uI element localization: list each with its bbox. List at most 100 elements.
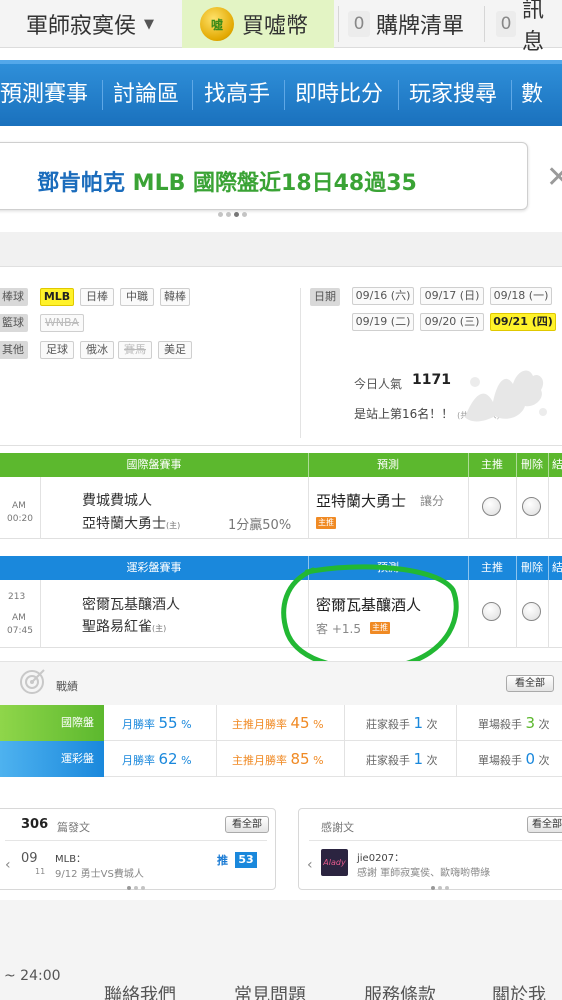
chip-cpbl[interactable]: 中職 [120, 288, 154, 306]
post-dot-active[interactable] [127, 886, 131, 890]
chip-american-football[interactable]: 美足 [158, 341, 192, 359]
host-tag: 主推 [316, 517, 336, 529]
divider [468, 477, 469, 539]
game-am: AM [12, 613, 26, 623]
post-date-sub: 11 [35, 867, 46, 876]
carousel-dots[interactable] [218, 212, 247, 217]
close-icon[interactable]: ✕ [546, 160, 562, 195]
divider [40, 477, 41, 539]
home-team: 亞特蘭大勇士(主) [82, 513, 180, 533]
record-tag-intl: 國際盤 [0, 705, 104, 741]
post-desc[interactable]: 9/12 勇士VS費城人 [55, 865, 144, 880]
thanks-dot[interactable] [438, 886, 442, 890]
post-count-label: 篇發文 [57, 821, 90, 834]
divider [5, 840, 267, 841]
header-result: 結果 [552, 561, 562, 574]
chip-rus-hockey[interactable]: 俄冰 [80, 341, 114, 359]
record-view-all-button[interactable]: 看全部 [506, 675, 554, 692]
value: 3 [525, 714, 536, 732]
thanks-view-all-button[interactable]: 看全部 [527, 816, 562, 833]
unit: % [181, 718, 192, 731]
value: 0 [525, 750, 536, 768]
label: 月勝率 [122, 718, 155, 731]
filter-label-baseball: 棒球 [0, 288, 28, 306]
promo-banner[interactable]: 鄧肯帕克 MLB 國際盤近18日48過35 [0, 142, 528, 210]
footer-link-terms[interactable]: 服務條款 [364, 981, 436, 1000]
banker-killer: 莊家殺手 1 次 [366, 705, 438, 741]
post-title[interactable]: MLB： [55, 850, 86, 865]
carousel-dot[interactable] [242, 212, 247, 217]
nav-item-predict[interactable]: 預測賽事 [0, 64, 88, 126]
footer-link-contact[interactable]: 聯絡我們 [104, 981, 176, 1000]
chip-mlb[interactable]: MLB [40, 288, 74, 306]
nav-item-player-search[interactable]: 玩家搜尋 [409, 64, 497, 126]
game-number: 213 [8, 592, 26, 602]
divider [308, 477, 309, 539]
header-result: 結果 [552, 458, 562, 471]
avatar[interactable]: Alady [321, 849, 348, 876]
date-chip[interactable]: 09/16 (六) [352, 287, 414, 305]
home-mark: (主) [152, 624, 167, 633]
date-chip-active[interactable]: 09/21 (四) [490, 313, 556, 331]
nav-item-forum[interactable]: 討論區 [113, 64, 179, 126]
chevron-left-icon[interactable]: ‹ [307, 857, 313, 873]
nav-item-data[interactable]: 數據 [521, 64, 562, 169]
thanks-user[interactable]: jie0207： [357, 849, 404, 864]
nav-item-live-score[interactable]: 即時比分 [295, 64, 383, 126]
label: 單場殺手 [478, 754, 522, 767]
divider [344, 705, 345, 741]
buy-coin-label: 買噓幣 [242, 14, 309, 39]
thanks-dots[interactable] [431, 886, 449, 890]
host-radio[interactable] [482, 602, 501, 621]
cart-label: 購牌清單 [376, 14, 465, 39]
date-chip[interactable]: 09/20 (三) [420, 313, 484, 331]
home-team-name: 聖路易紅雀 [82, 619, 152, 635]
delete-radio[interactable] [522, 497, 541, 516]
divider [516, 477, 517, 539]
date-chip[interactable]: 09/18 (一) [490, 287, 552, 305]
record-title: 戰績 [56, 680, 78, 693]
nav-item-experts[interactable]: 找高手 [204, 64, 270, 126]
message-button[interactable]: 0 訊息 [496, 0, 562, 55]
chip-kr-baseball[interactable]: 韓棒 [160, 288, 190, 306]
thanks-dot[interactable] [445, 886, 449, 890]
footer-link-about[interactable]: 關於我們 [492, 981, 562, 1000]
predict-type: 讓分 [420, 494, 445, 508]
intl-table-header: 國際盤賽事 預測 主推 刪除 結果 [0, 453, 562, 477]
label: 主推月勝率 [232, 718, 287, 731]
label: 主推月勝率 [232, 754, 287, 767]
away-team: 費城費城人 [82, 493, 152, 509]
carousel-dot-active[interactable] [234, 212, 239, 217]
label: 莊家殺手 [366, 754, 410, 767]
chip-soccer[interactable]: 足球 [40, 341, 74, 359]
chevron-left-icon[interactable]: ‹ [5, 857, 11, 873]
date-chip[interactable]: 09/17 (日) [420, 287, 484, 305]
away-team: 密爾瓦基釀酒人 [82, 597, 180, 613]
unit: % [181, 754, 192, 767]
thanks-dot-active[interactable] [431, 886, 435, 890]
value: 85 [290, 750, 310, 768]
post-dot[interactable] [141, 886, 145, 890]
date-chip[interactable]: 09/19 (二) [352, 313, 414, 331]
footer-link-faq[interactable]: 常見問題 [234, 981, 306, 1000]
chip-jp-baseball[interactable]: 日棒 [80, 288, 114, 306]
divider [398, 80, 399, 110]
intl-header-title: 國際盤賽事 [126, 458, 182, 471]
post-dot[interactable] [134, 886, 138, 890]
header-delete: 刪除 [521, 458, 543, 471]
delete-radio[interactable] [522, 602, 541, 621]
value: 55 [158, 714, 178, 732]
user-menu[interactable]: 軍師寂寞侯 ▼ [26, 0, 154, 48]
carousel-dot[interactable] [226, 212, 231, 217]
divider [40, 580, 41, 648]
carousel-dot[interactable] [218, 212, 223, 217]
post-dots[interactable] [127, 886, 145, 890]
record-header [0, 661, 562, 705]
posts-view-all-button[interactable]: 看全部 [225, 816, 269, 833]
cart-button[interactable]: 0 購牌清單 [348, 0, 464, 48]
filter-label-other: 其他 [0, 341, 28, 359]
header-host: 主推 [481, 458, 503, 471]
buy-coin-button[interactable]: 噓 買噓幣 [182, 0, 334, 48]
host-radio[interactable] [482, 497, 501, 516]
game-time: 07:45 [7, 626, 33, 636]
